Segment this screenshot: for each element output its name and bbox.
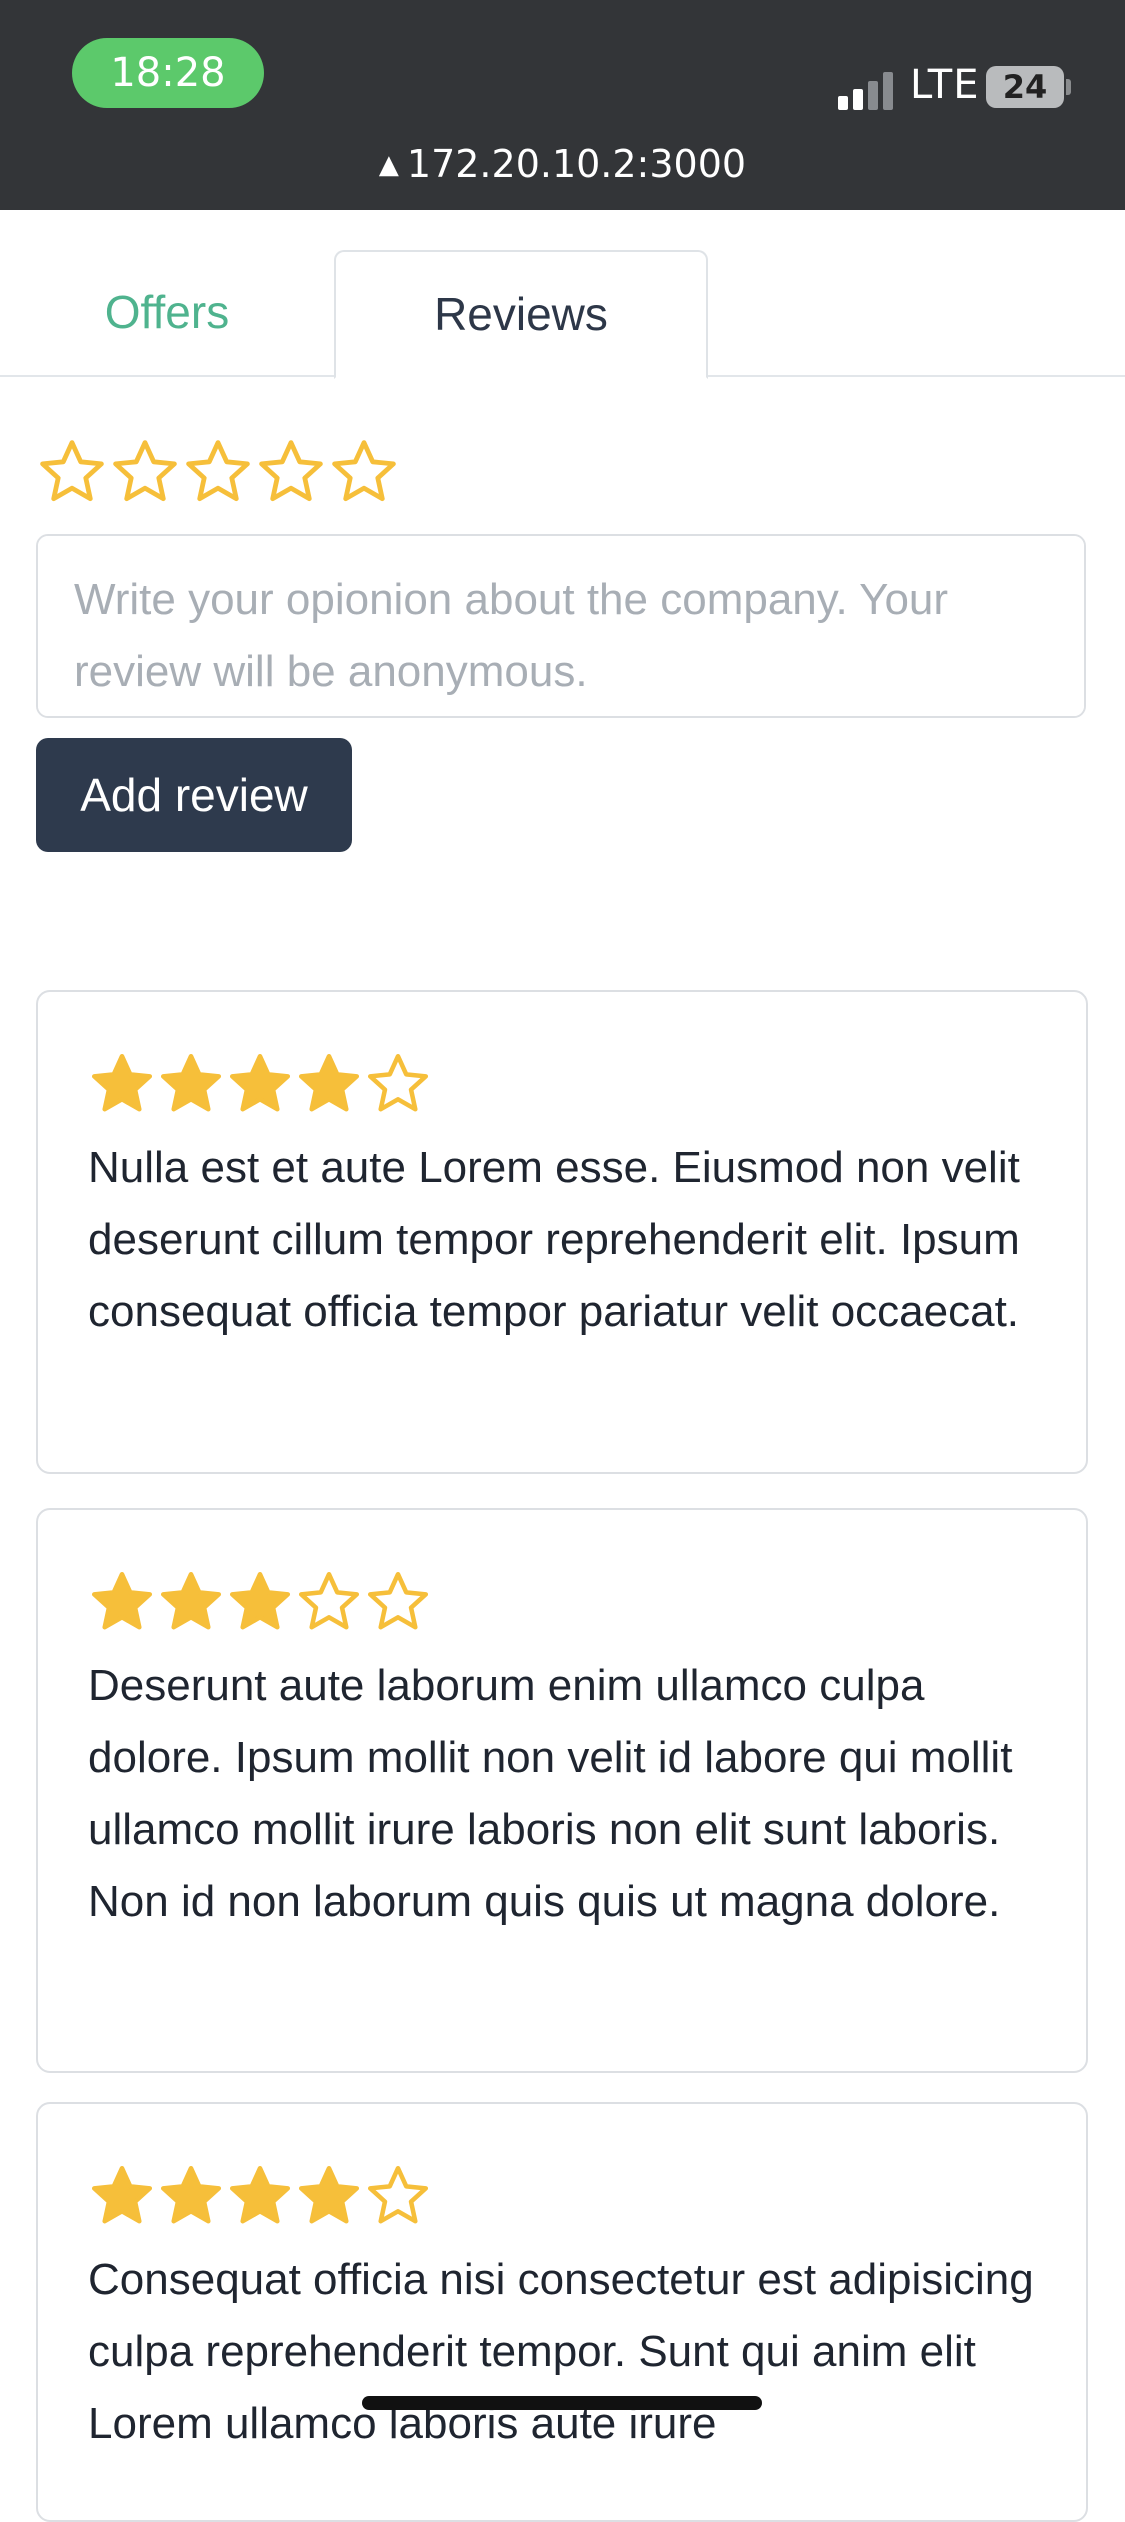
add-review-button[interactable]: Add review — [36, 738, 352, 852]
review-textarea[interactable] — [36, 534, 1086, 718]
review-rating — [88, 2162, 1036, 2230]
star-outline-icon[interactable] — [255, 436, 327, 508]
star-filled-icon — [88, 1568, 156, 1636]
review-rating — [88, 1568, 1036, 1636]
battery-icon: 24 — [986, 66, 1064, 108]
star-filled-icon — [88, 1050, 156, 1118]
review-card: Deserunt aute laborum enim ullamco culpa… — [36, 1508, 1088, 2073]
review-text: Nulla est et aute Lorem esse. Eiusmod no… — [88, 1143, 1020, 1336]
star-filled-icon — [157, 1568, 225, 1636]
star-outline-icon[interactable] — [182, 436, 254, 508]
tab-reviews[interactable]: Reviews — [334, 250, 708, 379]
star-filled-icon — [88, 2162, 156, 2230]
battery-tip — [1066, 79, 1071, 95]
url-text: 172.20.10.2:3000 — [406, 142, 747, 186]
star-filled-icon — [295, 2162, 363, 2230]
star-filled-icon — [226, 1568, 294, 1636]
star-outline-icon — [295, 1568, 363, 1636]
review-text: Consequat officia nisi consectetur est a… — [88, 2255, 1034, 2448]
star-filled-icon — [295, 1050, 363, 1118]
network-type: LTE — [910, 62, 980, 108]
star-outline-icon — [364, 2162, 432, 2230]
warning-triangle-icon: ▲ — [378, 150, 399, 180]
rating-input[interactable] — [36, 436, 401, 512]
star-outline-icon — [364, 1568, 432, 1636]
status-time: 18:28 — [72, 38, 264, 108]
review-text: Deserunt aute laborum enim ullamco culpa… — [88, 1661, 1013, 1926]
review-rating — [88, 1050, 1036, 1118]
home-indicator — [362, 2396, 762, 2410]
star-filled-icon — [226, 2162, 294, 2230]
tab-bar: Offers Reviews — [0, 210, 1125, 379]
cellular-signal-icon — [838, 68, 898, 110]
star-outline-icon — [364, 1050, 432, 1118]
star-outline-icon[interactable] — [109, 436, 181, 508]
star-filled-icon — [157, 2162, 225, 2230]
review-card: Nulla est et aute Lorem esse. Eiusmod no… — [36, 990, 1088, 1474]
star-outline-icon[interactable] — [328, 436, 400, 508]
status-bar: 18:28 LTE 24 ▲ 172.20.10.2:3000 — [0, 0, 1125, 210]
review-card: Consequat officia nisi consectetur est a… — [36, 2102, 1088, 2522]
address-bar[interactable]: ▲ 172.20.10.2:3000 — [0, 142, 1125, 186]
star-outline-icon[interactable] — [36, 436, 108, 508]
tab-offers[interactable]: Offers — [0, 250, 334, 374]
star-filled-icon — [157, 1050, 225, 1118]
star-filled-icon — [226, 1050, 294, 1118]
battery-level: 24 — [1002, 68, 1048, 106]
